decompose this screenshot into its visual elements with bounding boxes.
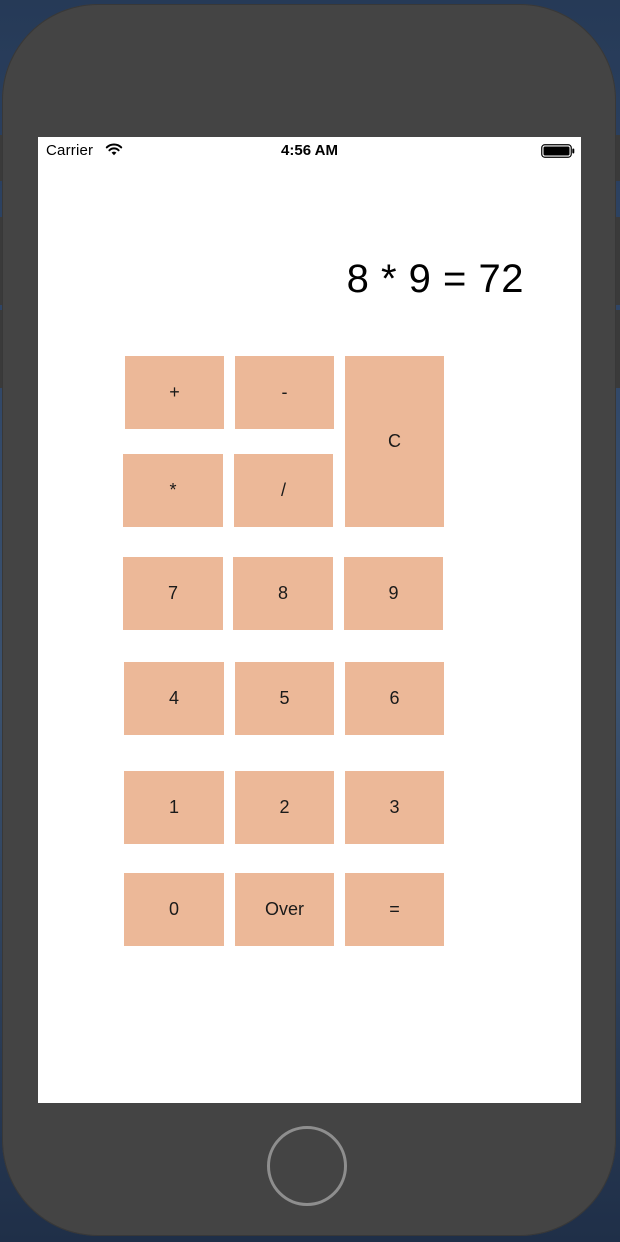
over-button[interactable]: Over [235, 873, 334, 946]
digit-8-button[interactable]: 8 [233, 557, 333, 630]
clear-button[interactable]: C [345, 356, 444, 527]
status-bar: Carrier 4:56 AM [38, 137, 581, 165]
minus-button[interactable]: - [235, 356, 334, 429]
multiply-button[interactable]: * [123, 454, 223, 527]
status-clock: 4:56 AM [281, 142, 338, 159]
home-button[interactable] [267, 1126, 347, 1206]
desktop-background: Carrier 4:56 AM 8 * 9 = 72 + - C * / 7 8… [0, 0, 620, 1242]
digit-1-button[interactable]: 1 [124, 771, 224, 844]
calculator-display: 8 * 9 = 72 [346, 257, 524, 301]
digit-3-button[interactable]: 3 [345, 771, 444, 844]
divide-button[interactable]: / [234, 454, 333, 527]
equals-button[interactable]: = [345, 873, 444, 946]
device-screen: Carrier 4:56 AM 8 * 9 = 72 + - C * / 7 8… [38, 137, 581, 1103]
digit-9-button[interactable]: 9 [344, 557, 443, 630]
digit-7-button[interactable]: 7 [123, 557, 223, 630]
digit-5-button[interactable]: 5 [235, 662, 334, 735]
digit-4-button[interactable]: 4 [124, 662, 224, 735]
plus-button[interactable]: + [125, 356, 224, 429]
digit-0-button[interactable]: 0 [124, 873, 224, 946]
digit-2-button[interactable]: 2 [235, 771, 334, 844]
battery-full-icon [541, 144, 575, 158]
digit-6-button[interactable]: 6 [345, 662, 444, 735]
